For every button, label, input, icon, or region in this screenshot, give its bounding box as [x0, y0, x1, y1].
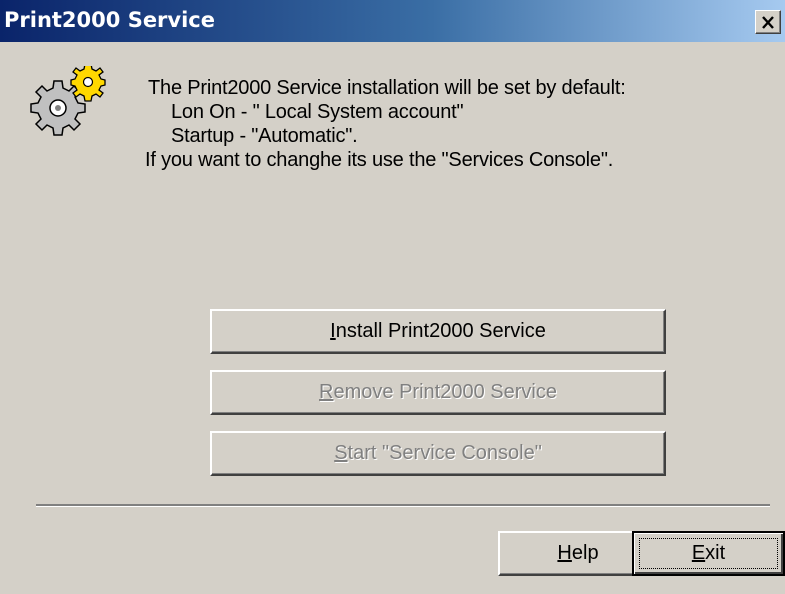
close-icon [762, 15, 774, 29]
gear-icon [30, 66, 106, 136]
message-line-1: The Print2000 Service installation will … [148, 77, 626, 99]
divider-highlight [36, 506, 770, 507]
title-bar[interactable]: Print2000 Service [0, 0, 785, 42]
remove-service-button[interactable]: Remove Print2000 Service [210, 370, 666, 415]
message-line-3: Startup - "Automatic". [171, 125, 358, 147]
exit-button[interactable]: Exit [632, 531, 785, 576]
close-button[interactable] [755, 10, 781, 34]
start-service-console-button[interactable]: Start "Service Console" [210, 431, 666, 476]
focus-ring [639, 538, 778, 569]
window-title: Print2000 Service [4, 8, 215, 32]
install-service-button[interactable]: Install Print2000 Service [210, 309, 666, 354]
message-line-4: If you want to changhe its use the "Serv… [145, 149, 614, 171]
print2000-service-dialog: Print2000 Service The Print2000 Service … [0, 0, 785, 594]
message-line-2: Lon On - " Local System account" [171, 101, 464, 123]
